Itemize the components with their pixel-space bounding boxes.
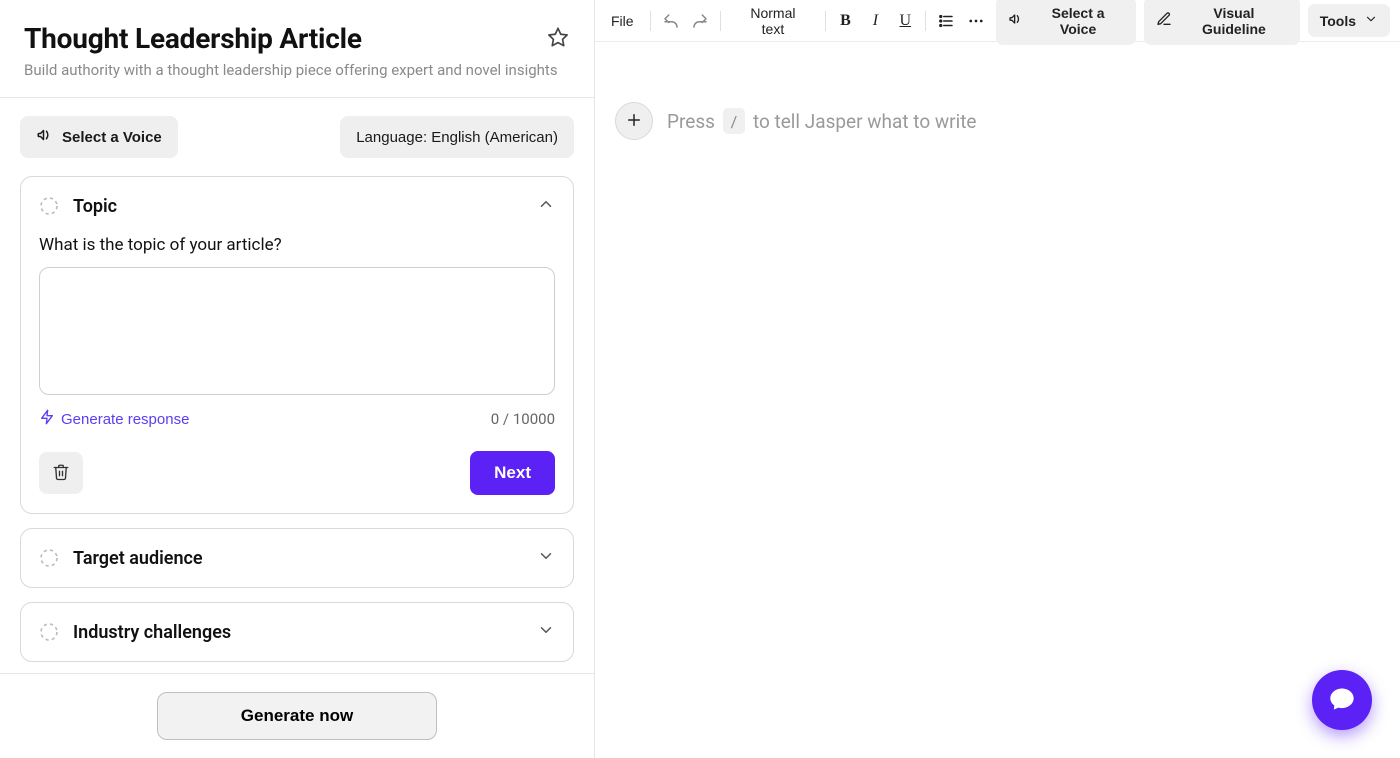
- page-title: Thought Leadership Article: [24, 22, 570, 55]
- language-chip-label: Language: English (American): [356, 129, 558, 146]
- generate-response-label: Generate response: [61, 411, 189, 428]
- target-audience-title: Target audience: [73, 548, 203, 569]
- toolbar-voice-chip[interactable]: Select a Voice: [996, 0, 1136, 45]
- trash-icon: [52, 463, 70, 484]
- file-menu[interactable]: File: [605, 9, 640, 33]
- char-counter: 0 / 10000: [491, 410, 555, 428]
- visual-guideline-label: Visual Guideline: [1180, 5, 1288, 37]
- left-panel: Thought Leadership Article Build authori…: [0, 0, 595, 758]
- editor-area[interactable]: Press / to tell Jasper what to write: [595, 42, 1400, 758]
- italic-button[interactable]: I: [865, 11, 885, 31]
- tools-label: Tools: [1320, 13, 1356, 29]
- chat-icon: [1328, 685, 1356, 716]
- topic-card-header[interactable]: Topic: [39, 195, 555, 217]
- left-footer: Generate now: [0, 673, 594, 758]
- toolbar-separator: [650, 11, 651, 31]
- chevron-down-icon: [537, 547, 555, 569]
- text-style-select[interactable]: Normal text: [731, 1, 814, 41]
- chat-fab[interactable]: [1312, 670, 1372, 730]
- topic-input[interactable]: [39, 267, 555, 395]
- target-audience-card[interactable]: Target audience: [20, 528, 574, 588]
- industry-challenges-card[interactable]: Industry challenges: [20, 602, 574, 662]
- industry-challenges-title-wrap: Industry challenges: [39, 622, 231, 643]
- topic-question: What is the topic of your article?: [39, 235, 555, 255]
- plus-icon: [625, 111, 643, 132]
- bold-button[interactable]: B: [836, 11, 856, 31]
- placeholder-press: Press: [667, 110, 715, 133]
- bolt-icon: [39, 409, 55, 429]
- status-empty-icon: [39, 622, 59, 642]
- editor-line: Press / to tell Jasper what to write: [615, 102, 1380, 140]
- page-subtitle: Build authority with a thought leadershi…: [24, 61, 570, 79]
- chip-row: Select a Voice Language: English (Americ…: [20, 116, 574, 158]
- topic-title-wrap: Topic: [39, 196, 117, 217]
- placeholder-rest: to tell Jasper what to write: [753, 110, 977, 133]
- toolbar-separator: [825, 11, 826, 31]
- chevron-down-icon: [1364, 12, 1378, 29]
- slash-key-icon: /: [723, 108, 745, 134]
- undo-button[interactable]: [661, 11, 681, 31]
- topic-row-below: Generate response 0 / 10000: [39, 409, 555, 429]
- editor-placeholder: Press / to tell Jasper what to write: [667, 108, 977, 134]
- topic-title: Topic: [73, 196, 117, 217]
- delete-button[interactable]: [39, 452, 83, 494]
- target-audience-title-wrap: Target audience: [39, 548, 203, 569]
- toolbar-separator: [720, 11, 721, 31]
- editor-toolbar: File Normal text B I U: [595, 0, 1400, 42]
- chevron-down-icon: [537, 621, 555, 643]
- topic-card: Topic What is the topic of your article?…: [20, 176, 574, 514]
- megaphone-icon: [36, 126, 54, 148]
- generate-now-button[interactable]: Generate now: [157, 692, 437, 740]
- select-voice-chip[interactable]: Select a Voice: [20, 116, 178, 158]
- toolbar-voice-label: Select a Voice: [1032, 5, 1124, 37]
- tools-chip[interactable]: Tools: [1308, 4, 1390, 37]
- generate-response-link[interactable]: Generate response: [39, 409, 189, 429]
- language-chip[interactable]: Language: English (American): [340, 116, 574, 158]
- pencil-icon: [1156, 11, 1172, 30]
- next-button[interactable]: Next: [470, 451, 555, 495]
- add-block-button[interactable]: [615, 102, 653, 140]
- right-panel: File Normal text B I U: [595, 0, 1400, 758]
- megaphone-icon: [1008, 11, 1024, 30]
- industry-challenges-title: Industry challenges: [73, 622, 231, 643]
- underline-button[interactable]: U: [895, 11, 915, 31]
- left-header: Thought Leadership Article Build authori…: [0, 0, 594, 98]
- toolbar-separator: [925, 11, 926, 31]
- favorite-button[interactable]: [544, 24, 572, 52]
- visual-guideline-chip[interactable]: Visual Guideline: [1144, 0, 1300, 45]
- topic-actions: Next: [39, 451, 555, 495]
- toolbar-right: Select a Voice Visual Guideline Tools: [996, 0, 1390, 45]
- status-empty-icon: [39, 548, 59, 568]
- left-body: Select a Voice Language: English (Americ…: [0, 98, 594, 673]
- chevron-up-icon: [537, 195, 555, 217]
- redo-button[interactable]: [690, 11, 710, 31]
- voice-chip-label: Select a Voice: [62, 129, 162, 146]
- status-empty-icon: [39, 196, 59, 216]
- more-options-button[interactable]: [966, 11, 986, 31]
- star-icon: [547, 26, 569, 51]
- list-button[interactable]: [936, 11, 956, 31]
